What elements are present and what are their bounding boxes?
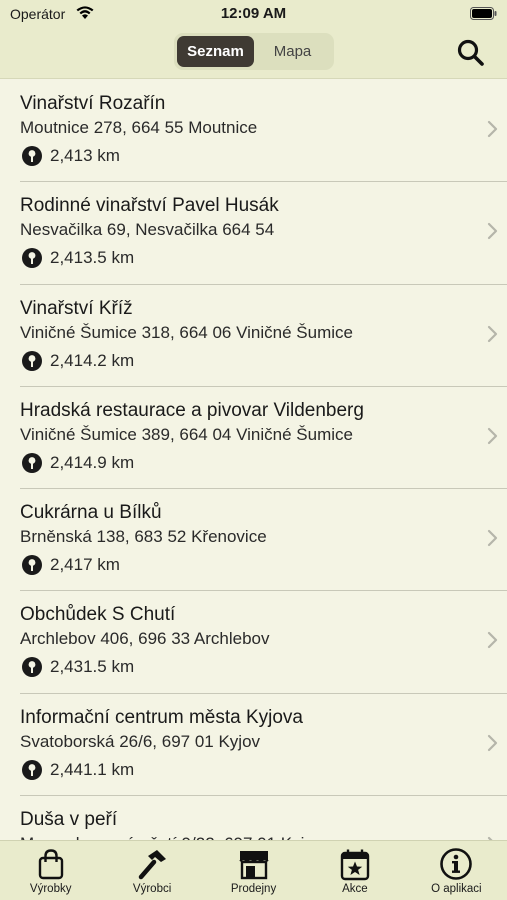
place-address: Svatoborská 26/6, 697 01 Kyjov bbox=[20, 731, 261, 751]
hammer-icon bbox=[138, 850, 167, 880]
location-pin-icon bbox=[22, 452, 42, 473]
place-name: Informační centrum města Kyjova bbox=[20, 706, 303, 728]
tab-label: Prodejny bbox=[230, 883, 277, 895]
place-address: Viničné Šumice 389, 664 04 Viničné Šumic… bbox=[20, 424, 353, 444]
chevron-right-icon bbox=[487, 325, 498, 342]
info-icon bbox=[440, 848, 473, 880]
list-item[interactable]: Duša v peříMasarykovo náměstí 9/22, 697 … bbox=[20, 796, 507, 840]
tab-about[interactable]: O aplikaci bbox=[406, 841, 507, 900]
place-address: Moutnice 278, 664 55 Moutnice bbox=[20, 118, 258, 137]
segment-map[interactable]: Mapa bbox=[254, 36, 331, 67]
chevron-right-icon bbox=[487, 427, 498, 444]
place-distance: 2,414.9 km bbox=[50, 452, 135, 472]
status-bar: Operátor 12:09 AM bbox=[0, 0, 507, 30]
place-name: Vinařství Rozařín bbox=[20, 93, 166, 114]
list-item[interactable]: Vinařství Kříž Viničné Šumice 318, 664 06… bbox=[20, 285, 507, 387]
view-segmented-control: Seznam Mapa bbox=[174, 33, 334, 70]
location-pin-icon bbox=[22, 555, 42, 576]
place-distance: 2,413.5 km bbox=[50, 248, 135, 268]
list-item[interactable]: Rodinné vinařství Pavel Husák Nesvačilka … bbox=[20, 182, 507, 285]
location-pin-icon bbox=[22, 350, 42, 371]
tab-producers[interactable]: Výrobci bbox=[101, 841, 202, 900]
places-list: Vinařství Rozařín Moutnice 278, 664 55 Mo… bbox=[0, 80, 507, 840]
list-item[interactable]: Hradská restaurace a pivovar Vildenberg V… bbox=[20, 387, 507, 490]
place-name: Cukrárna u Bílků bbox=[20, 502, 162, 524]
location-pin-icon bbox=[22, 248, 42, 269]
chevron-right-icon bbox=[487, 530, 498, 547]
chevron-right-icon bbox=[487, 120, 498, 138]
place-distance: 2,413 km bbox=[50, 146, 120, 165]
list-item[interactable]: Informační centrum města Kyjova Svatobors… bbox=[20, 694, 507, 797]
chevron-right-icon bbox=[487, 223, 498, 240]
place-name: Duša v peří bbox=[20, 809, 118, 831]
storefront-icon bbox=[238, 851, 269, 880]
tab-events[interactable]: Akce bbox=[304, 841, 405, 900]
tab-label: Výrobci bbox=[132, 883, 172, 895]
tab-products[interactable]: Výrobky bbox=[0, 841, 101, 900]
list-item[interactable]: Obchůdek S Chutí Archlebov 406, 696 33 Ar… bbox=[20, 591, 507, 694]
place-name: Vinařství Kříž bbox=[20, 297, 133, 319]
location-pin-icon bbox=[22, 657, 42, 678]
status-time: 12:09 AM bbox=[220, 5, 287, 22]
bag-icon bbox=[38, 849, 63, 880]
tab-label: Akce bbox=[342, 883, 368, 895]
place-distance: 2,417 km bbox=[50, 555, 120, 575]
place-name: Hradská restaurace a pivovar Vildenberg bbox=[20, 399, 364, 421]
battery-icon bbox=[470, 7, 497, 20]
calendar-star-icon bbox=[340, 849, 370, 881]
tab-label: O aplikaci bbox=[431, 883, 482, 895]
list-item[interactable]: Vinařství Rozařín Moutnice 278, 664 55 Mo… bbox=[20, 80, 507, 183]
location-pin-icon bbox=[22, 759, 42, 780]
location-pin-icon bbox=[22, 146, 42, 166]
place-address: Brněnská 138, 683 52 Křenovice bbox=[20, 527, 267, 547]
place-address: Archlebov 406, 696 33 Archlebov bbox=[20, 629, 270, 649]
tab-label: Výrobky bbox=[29, 883, 72, 895]
place-distance: 2,441.1 km bbox=[50, 759, 135, 779]
nav-bar: Seznam Mapa bbox=[0, 30, 507, 79]
search-icon[interactable] bbox=[456, 38, 486, 68]
tab-bar: Výrobky Výrobci Prodejny Akce O aplikaci bbox=[0, 840, 507, 900]
place-name: Rodinné vinařství Pavel Husák bbox=[20, 195, 279, 217]
place-name: Obchůdek S Chutí bbox=[20, 604, 176, 626]
place-address: Nesvačilka 69, Nesvačilka 664 54 bbox=[20, 220, 275, 240]
segment-list[interactable]: Seznam bbox=[177, 36, 254, 67]
place-address: Viničné Šumice 318, 664 06 Viničné Šumic… bbox=[20, 322, 353, 342]
place-distance: 2,431.5 km bbox=[50, 657, 135, 677]
list-item[interactable]: Cukrárna u Bílků Brněnská 138, 683 52 Kře… bbox=[20, 489, 507, 592]
chevron-right-icon bbox=[487, 632, 498, 649]
chevron-right-icon bbox=[487, 734, 498, 751]
tab-shops[interactable]: Prodejny bbox=[203, 841, 304, 900]
place-distance: 2,414.2 km bbox=[50, 350, 135, 370]
